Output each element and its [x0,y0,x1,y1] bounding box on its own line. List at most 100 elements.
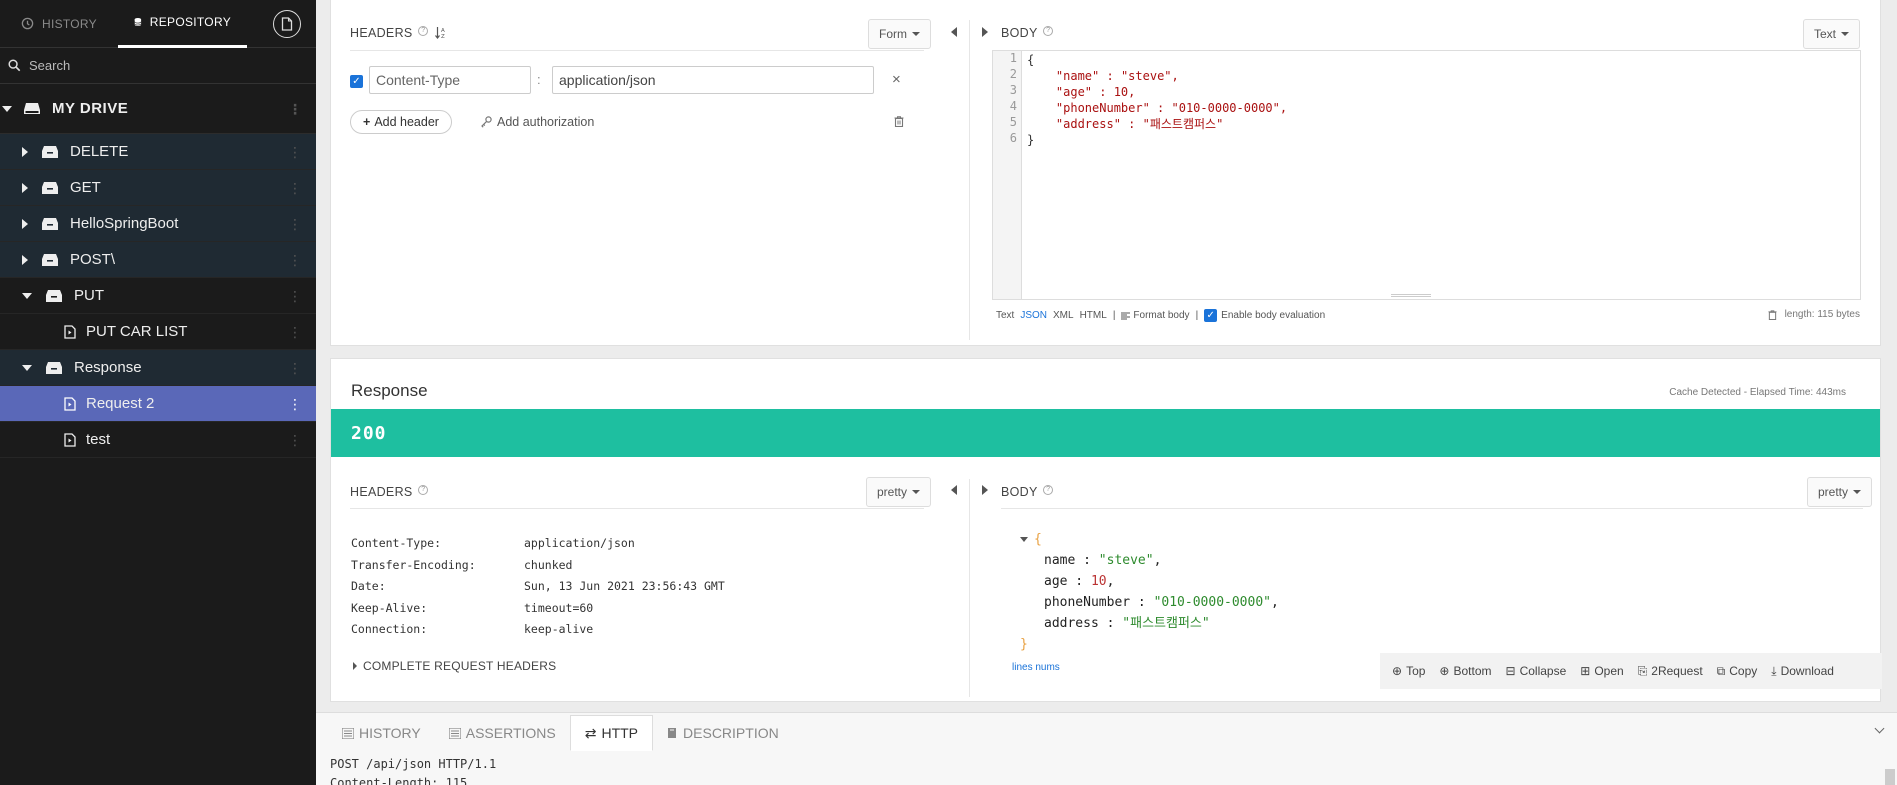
request-headers-title: HEADERS ? AZ [350,26,447,40]
header-value-field[interactable]: application/json [552,66,874,94]
clipboard-icon: ⎘ [1637,663,1648,678]
add-authorization-label: Add authorization [497,115,595,129]
scrollbar[interactable] [1883,138,1897,708]
trash-icon[interactable] [1768,309,1777,320]
copy-icon: ⧉ [1716,663,1726,678]
help-icon[interactable]: ? [1043,26,1054,36]
help-icon[interactable]: ? [1043,485,1054,495]
tab-history-bottom[interactable]: HISTORY [328,715,435,751]
json-key: address [1044,616,1099,631]
collapse-right-icon[interactable] [982,485,988,495]
trash-icon[interactable] [894,116,904,127]
complete-request-headers-toggle[interactable]: COMPLETE REQUEST HEADERS [353,659,556,673]
collapse-left-icon[interactable] [951,27,957,37]
sidebar-item-put[interactable]: PUT ⋮ [0,278,316,314]
tab-assertions[interactable]: ASSERTIONS [435,715,570,751]
book-icon [668,728,677,738]
exchange-icon: ⇄ [584,724,597,741]
search-input[interactable] [29,58,289,73]
sidebar-item-label: PUT CAR LIST [86,323,188,340]
copy-button[interactable]: ⧉ Copy [1717,664,1758,679]
body-mode-dropdown[interactable]: Text [1803,19,1861,49]
add-header-label: Add header [374,115,439,129]
sidebar-item-post[interactable]: POST\ ⋮ [0,242,316,278]
enable-body-evaluation[interactable]: ✓ Enable body evaluation [1204,309,1325,322]
folder-box-icon [42,253,58,266]
header-value: chunked [524,557,573,572]
collapse-button[interactable]: ⊟ Collapse [1506,664,1567,678]
http-request-text: POST /api/json HTTP/1.1 Content-Length: … [330,755,496,785]
tab-history[interactable]: HISTORY [0,0,118,48]
request-panel: HEADERS ? AZ Form ✓ Content-Type : appli… [330,0,1881,346]
more-options-icon[interactable]: ⋮ [288,145,302,159]
body-mode-label: Text [1814,27,1837,41]
more-options-icon[interactable]: ⋮ [288,325,302,339]
format-json-button[interactable]: JSON [1020,310,1047,321]
new-document-button[interactable] [273,10,301,38]
more-options-icon[interactable]: ⋮ [288,217,302,231]
add-authorization-button[interactable]: Add authorization [481,115,594,129]
header-enabled-checkbox[interactable]: ✓ [350,75,363,88]
to-request-button[interactable]: ⎘ 2Request [1638,664,1703,679]
my-drive-row[interactable]: MY DRIVE ⋮ [0,84,316,134]
sidebar-item-response[interactable]: Response ⋮ [0,350,316,386]
json-comma: , [1270,595,1279,610]
help-icon[interactable]: ? [418,485,429,495]
collapse-node-icon[interactable] [1020,537,1028,542]
more-options-icon[interactable]: ⋮ [288,289,302,303]
json-value: 10 [1090,574,1107,589]
scroll-top-button[interactable]: ⊕ Top [1392,664,1425,678]
tab-http[interactable]: ⇄ HTTP [569,715,654,751]
format-html-button[interactable]: HTML [1080,310,1107,321]
open-button[interactable]: ⊞ Open [1580,664,1623,678]
response-headers-mode-dropdown[interactable]: pretty [866,477,932,507]
tab-repository[interactable]: REPOSITORY [118,0,247,48]
format-xml-button[interactable]: XML [1053,310,1074,321]
remove-header-icon[interactable]: × [892,72,901,87]
json-key: name [1044,553,1076,568]
response-headers-label: HEADERS [350,485,413,499]
format-text-button[interactable]: Text [996,310,1014,321]
more-options-icon[interactable]: ⋮ [288,433,302,447]
more-options-icon[interactable]: ⋮ [288,102,302,116]
collapse-left-icon[interactable] [951,485,957,495]
more-options-icon[interactable]: ⋮ [288,253,302,267]
sidebar-item-request-2[interactable]: Request 2 ⋮ [0,386,316,422]
sort-az-icon[interactable]: AZ [435,26,447,40]
help-icon[interactable]: ? [418,26,429,36]
resize-handle[interactable] [1391,294,1431,297]
sidebar-item-test[interactable]: test ⋮ [0,422,316,458]
format-body-button[interactable]: Format body [1121,310,1190,321]
body-code-editor[interactable]: 1 2 3 4 5 6 { "name" : "steve", "age" : … [992,50,1861,300]
sidebar: HISTORY REPOSITORY MY DRIVE ⋮ DELETE ⋮ [0,0,316,785]
scroll-bottom-button[interactable]: ⊕ Bottom [1439,664,1491,678]
plus-square-icon: ⊞ [1580,664,1591,678]
caret-down-icon [1841,32,1850,36]
enable-evaluation-checkbox[interactable]: ✓ [1204,309,1218,322]
response-headers-table: Content-Type: application/json Transfer-E… [351,533,725,641]
headers-mode-dropdown[interactable]: Form [868,19,931,49]
header-row: Keep-Alive: timeout=60 [351,598,725,620]
lines-nums-toggle[interactable]: lines nums [1012,662,1060,673]
sidebar-item-delete[interactable]: DELETE ⋮ [0,134,316,170]
sidebar-item-get[interactable]: GET ⋮ [0,170,316,206]
collapse-right-icon[interactable] [982,27,988,37]
scrollbar-thumb[interactable] [1885,769,1895,785]
download-button[interactable]: ⤓ Download [1771,664,1834,679]
more-options-icon[interactable]: ⋮ [288,181,302,195]
header-name-field[interactable]: Content-Type [369,66,531,94]
json-colon: : [1098,616,1123,631]
sidebar-item-put-car-list[interactable]: PUT CAR LIST ⋮ [0,314,316,350]
response-body-mode-dropdown[interactable]: pretty [1807,477,1873,507]
line-number: 6 [1009,131,1017,145]
tab-description[interactable]: DESCRIPTION [653,715,793,751]
chevron-down-icon[interactable] [1874,723,1885,734]
sidebar-item-hellospringboot[interactable]: HelloSpringBoot ⋮ [0,206,316,242]
code-line: "address" : "패스트캠퍼스" [1027,116,1287,132]
request-file-icon [64,432,76,447]
code-content: { "name" : "steve", "age" : 10, "phoneNu… [1027,52,1287,148]
add-header-button[interactable]: + Add header [350,110,452,134]
more-options-icon[interactable]: ⋮ [288,361,302,375]
more-options-icon[interactable]: ⋮ [288,397,302,411]
caret-down-icon [1853,490,1862,494]
